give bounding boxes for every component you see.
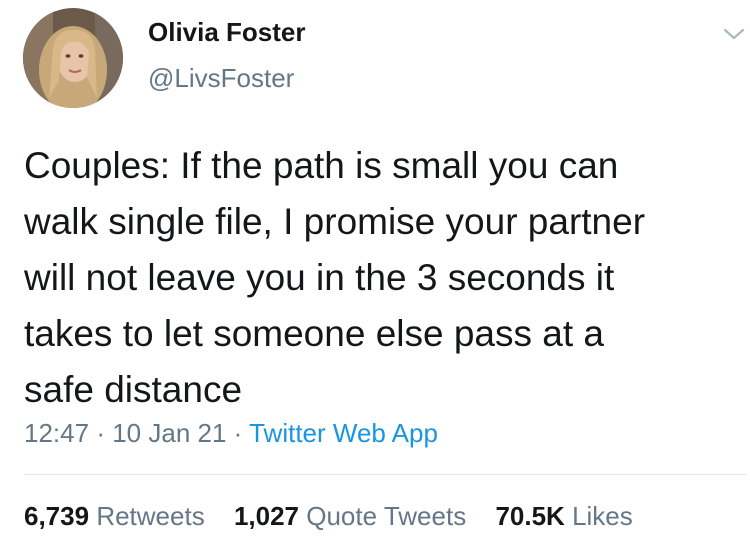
likes-count: 70.5K bbox=[495, 501, 565, 531]
display-name[interactable]: Olivia Foster bbox=[148, 17, 306, 48]
divider bbox=[24, 474, 746, 475]
meta-separator: · bbox=[96, 418, 105, 448]
quote-tweets-count: 1,027 bbox=[233, 501, 300, 531]
retweets-stat[interactable]: 6,739 Retweets bbox=[24, 501, 205, 531]
chevron-down-icon[interactable] bbox=[722, 26, 746, 42]
tweet-source-link[interactable]: Twitter Web App bbox=[249, 418, 438, 448]
retweets-count: 6,739 bbox=[24, 501, 90, 531]
tweet-text: Couples: If the path is small you can wa… bbox=[24, 145, 646, 410]
avatar[interactable] bbox=[23, 8, 123, 108]
tweet-card: Olivia Foster @LivsFoster Couples: If th… bbox=[0, 0, 750, 536]
avatar-photo bbox=[23, 8, 123, 108]
quote-tweets-label: Quote Tweets bbox=[306, 501, 467, 531]
tweet-date[interactable]: 10 Jan 21 bbox=[112, 418, 226, 448]
likes-stat[interactable]: 70.5K Likes bbox=[495, 501, 632, 531]
tweet-meta: 12:47 · 10 Jan 21 · Twitter Web App bbox=[24, 418, 438, 449]
tweet-time[interactable]: 12:47 bbox=[24, 418, 89, 448]
tweet-stats: 6,739 Retweets 1,027 Quote Tweets 70.5K … bbox=[24, 501, 655, 532]
quote-tweets-stat[interactable]: 1,027 Quote Tweets bbox=[234, 501, 466, 531]
user-handle[interactable]: @LivsFoster bbox=[148, 63, 294, 94]
retweets-label: Retweets bbox=[96, 501, 205, 531]
meta-separator: · bbox=[233, 418, 243, 448]
likes-label: Likes bbox=[572, 501, 633, 531]
